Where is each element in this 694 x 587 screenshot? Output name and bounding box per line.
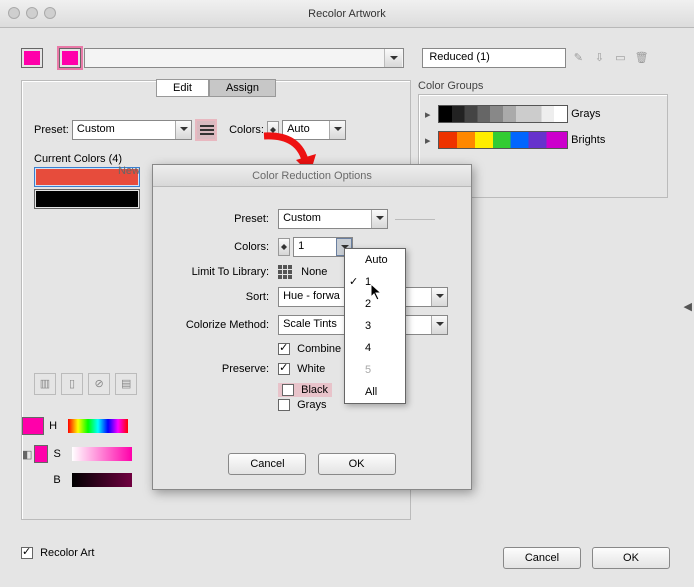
window-traffic-lights[interactable] — [8, 7, 56, 19]
colors-label: Colors: — [229, 124, 264, 136]
preserve-white-label: White — [297, 363, 325, 375]
color-group-brights[interactable]: ▸ Brights — [425, 131, 661, 153]
preset-select[interactable]: Custom — [72, 120, 192, 140]
sub-preset-select[interactable]: Custom — [278, 209, 388, 229]
limit-value: None — [301, 266, 327, 278]
sub-preset-label: Preset: — [167, 213, 269, 225]
chevron-down-icon — [329, 121, 345, 139]
dropdown-item-auto[interactable]: Auto — [345, 249, 405, 271]
chevron-down-icon — [431, 316, 447, 334]
dropdown-item-all[interactable]: All — [345, 381, 405, 403]
preserve-grays-checkbox[interactable] — [278, 399, 290, 411]
recolor-art-checkbox[interactable] — [21, 547, 33, 559]
color-reduction-options-button[interactable] — [195, 119, 217, 141]
sat-slider[interactable] — [72, 447, 132, 461]
grays-swatches — [438, 105, 568, 123]
save-group-icon[interactable]: ⇩ — [590, 49, 608, 67]
new-row-icon[interactable]: ▤ — [115, 373, 137, 395]
preserve-black-label: Black — [301, 384, 328, 396]
preserve-label: Preserve: — [167, 363, 269, 375]
folder-icon[interactable]: ▭ — [612, 49, 630, 67]
b-label: B — [51, 474, 63, 486]
group-active-swatch[interactable] — [59, 48, 81, 68]
merge-rows-icon[interactable]: ▥ — [34, 373, 56, 395]
window-title: Recolor Artwork — [308, 8, 386, 20]
sub-colors-stepper[interactable] — [278, 238, 290, 256]
sub-cancel-button[interactable]: Cancel — [228, 453, 306, 475]
preserve-grays-label: Grays — [297, 399, 326, 411]
hue-slider[interactable] — [68, 419, 128, 433]
group-name-text: Reduced (1) — [429, 51, 490, 63]
limit-label: Limit To Library: — [167, 266, 269, 278]
cube-icon: ◧ — [22, 448, 31, 461]
color-groups-label: Color Groups — [418, 80, 668, 92]
group-name: Brights — [571, 134, 605, 146]
cancel-button[interactable]: Cancel — [503, 547, 581, 569]
eyedropper-icon[interactable]: ✎ — [569, 49, 587, 67]
s-swatch[interactable] — [34, 445, 48, 463]
combine-checkbox[interactable] — [278, 343, 290, 355]
preserve-black-checkbox[interactable] — [282, 384, 294, 396]
sub-colors-label: Colors: — [167, 241, 269, 253]
exclude-row-icon[interactable]: ⊘ — [88, 373, 110, 395]
ok-button[interactable]: OK — [592, 547, 670, 569]
swatch-grid-icon[interactable] — [278, 265, 292, 279]
new-colors-label: New — [118, 165, 140, 177]
method-label: Colorize Method: — [167, 319, 269, 331]
tab-edit[interactable]: Edit — [156, 79, 209, 97]
dropdown-item-3[interactable]: 3 — [345, 315, 405, 337]
s-label: S — [51, 448, 63, 460]
sort-label: Sort: — [167, 291, 269, 303]
preserve-black-row: Black — [278, 383, 332, 397]
bright-slider[interactable] — [72, 473, 132, 487]
current-colors-label: Current Colors (4) — [34, 153, 122, 165]
recolor-art-label: Recolor Art — [40, 547, 94, 559]
colors-dropdown-menu: Auto ✓1 2 3 4 5 All — [344, 248, 406, 404]
dropdown-item-4[interactable]: 4 — [345, 337, 405, 359]
group-name: Grays — [571, 108, 600, 120]
h-label: H — [47, 420, 59, 432]
chevron-down-icon — [384, 49, 402, 67]
chevron-down-icon — [371, 210, 387, 228]
active-fill-swatch[interactable] — [21, 48, 43, 68]
panel-collapse-icon[interactable]: ◀ — [684, 300, 692, 313]
chevron-down-icon — [431, 288, 447, 306]
color-group-grays[interactable]: ▸ Grays — [425, 105, 661, 127]
chevron-down-icon — [175, 121, 191, 139]
brights-swatches — [438, 131, 568, 149]
dropdown-item-1[interactable]: ✓1 — [345, 271, 405, 293]
dropdown-item-5: 5 — [345, 359, 405, 381]
trash-icon[interactable]: 🗑 — [633, 49, 651, 67]
tab-assign[interactable]: Assign — [209, 79, 276, 97]
dropdown-item-2[interactable]: 2 — [345, 293, 405, 315]
color-group-combo[interactable] — [84, 48, 404, 68]
sub-ok-button[interactable]: OK — [318, 453, 396, 475]
preset-label: Preset: — [34, 124, 69, 136]
disclosure-icon: ▸ — [425, 134, 435, 147]
subdialog-title: Color Reduction Options — [153, 165, 471, 187]
combine-label: Combine T — [297, 343, 351, 355]
color-reduction-options-dialog: Color Reduction Options Preset: Custom C… — [152, 164, 472, 490]
group-name-field[interactable]: Reduced (1) — [422, 48, 566, 68]
preserve-white-checkbox[interactable] — [278, 363, 290, 375]
color-row-2[interactable] — [34, 189, 140, 209]
hsb-swatch[interactable] — [22, 417, 44, 435]
disclosure-icon: ▸ — [425, 108, 435, 121]
separate-rows-icon[interactable]: ▯ — [61, 373, 83, 395]
row-tools: ▥ ▯ ⊘ ▤ — [34, 373, 139, 395]
